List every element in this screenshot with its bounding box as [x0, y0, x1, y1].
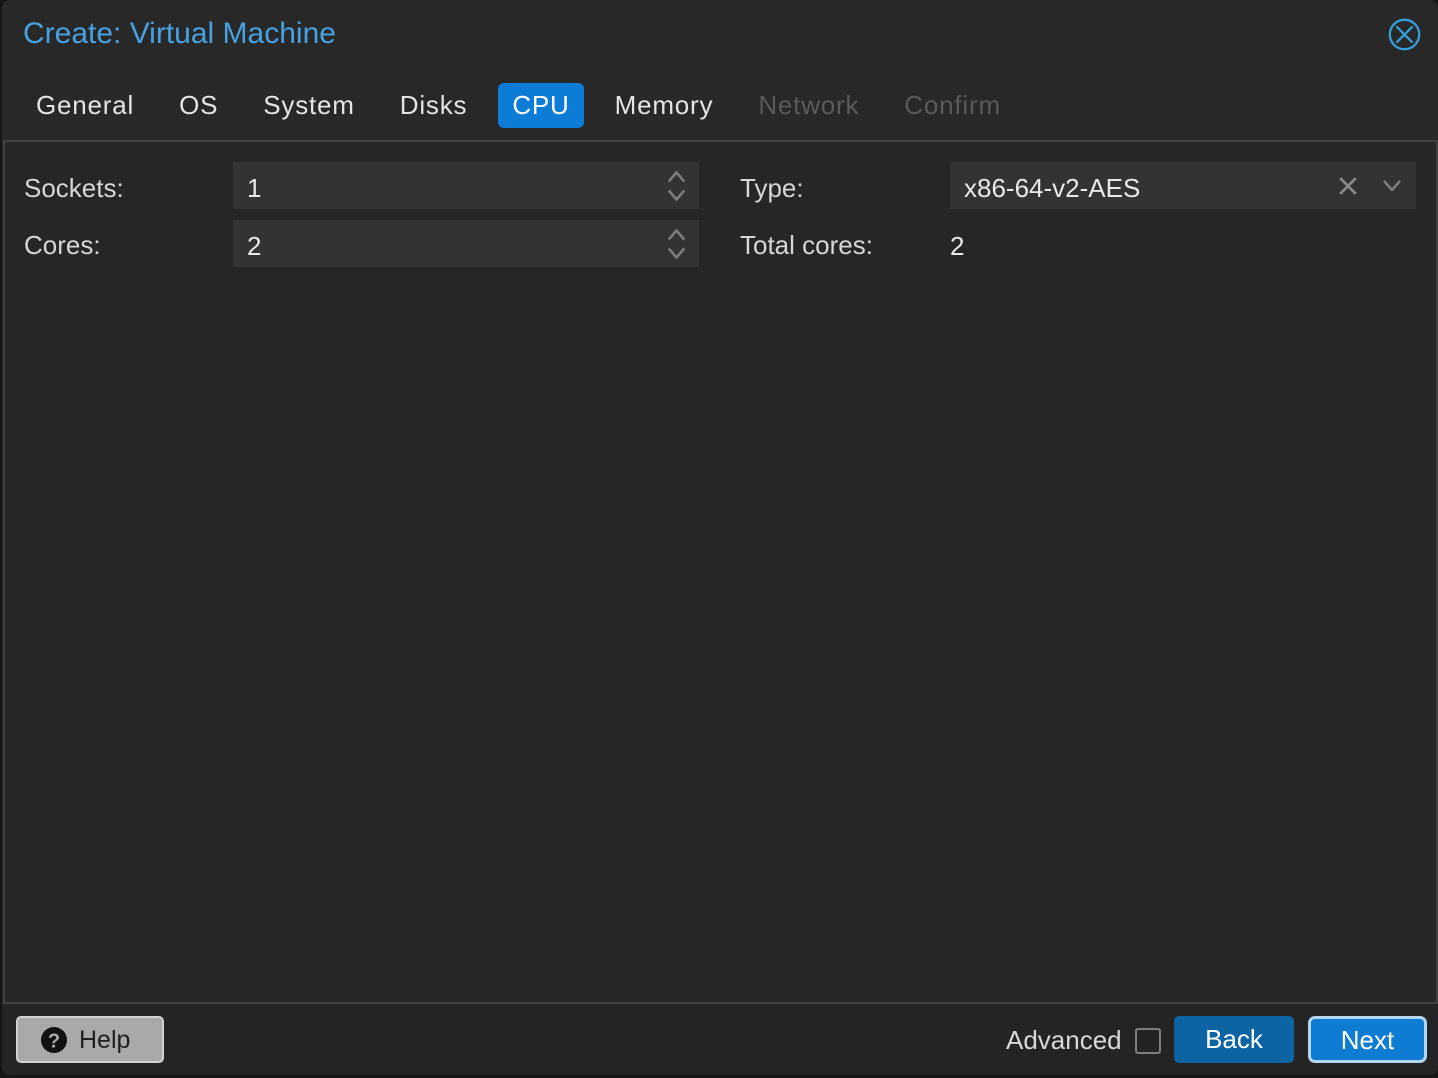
- svg-text:?: ?: [48, 1031, 60, 1053]
